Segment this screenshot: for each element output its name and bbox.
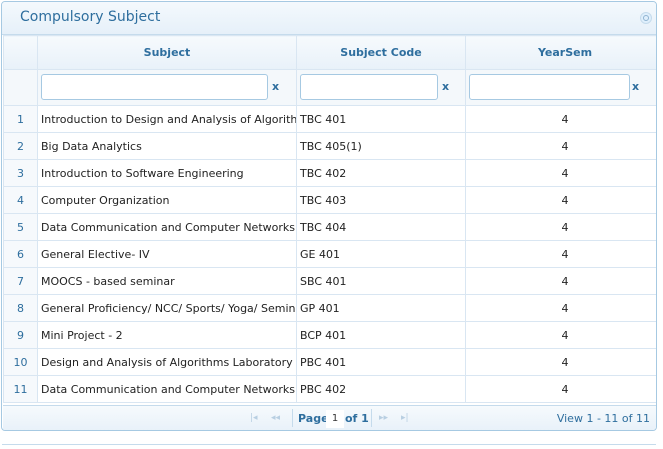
row-number: 5 [3,213,38,241]
subject-code-cell: BCP 401 [296,321,466,349]
subject-code-filter-input[interactable] [300,74,438,100]
row-number: 8 [3,294,38,322]
panel-title-bar: Compulsory Subject [2,2,656,35]
table-row[interactable]: 9 Mini Project - 2 BCP 401 4 [3,321,656,349]
row-number: 3 [3,159,38,187]
table-row[interactable]: 5 Data Communication and Computer Network… [3,213,656,241]
grid-pager: |◂ ◂◂ Page 1 of 1 ▸▸ ▸| View 1 - 11 of 1… [3,405,656,430]
subject-cell: General Elective- IV [37,240,297,268]
pager-divider [292,409,293,427]
table-row[interactable]: 2 Big Data Analytics TBC 405(1) 4 [3,132,656,160]
row-number: 9 [3,321,38,349]
last-page-icon[interactable]: ▸| [401,413,409,423]
subject-cell: Big Data Analytics [37,132,297,160]
table-row[interactable]: 8 General Proficiency/ NCC/ Sports/ Yoga/… [3,294,656,322]
subject-code-cell: PBC 402 [296,375,466,403]
yearsem-cell: 4 [465,159,656,187]
table-row[interactable]: 4 Computer Organization TBC 403 4 [3,186,656,214]
table-row[interactable]: 3 Introduction to Software Engineering TBC… [3,159,656,187]
page-label: Page [298,412,329,425]
yearsem-cell: 4 [465,294,656,322]
subject-cell: MOOCS - based seminar [37,267,297,295]
row-number: 4 [3,186,38,214]
pager-divider-right [371,409,372,427]
table-row[interactable]: 10 Design and Analysis of Algorithms Labo… [3,348,656,376]
subject-code-cell: TBC 403 [296,186,466,214]
row-number: 6 [3,240,38,268]
subject-cell: General Proficiency/ NCC/ Sports/ Yoga/ … [37,294,297,322]
column-header-subject[interactable]: Subject [37,35,297,70]
table-row[interactable]: 7 MOOCS - based seminar SBC 401 4 [3,267,656,295]
yearsem-cell: 4 [465,267,656,295]
subject-code-cell: GE 401 [296,240,466,268]
filter-yearsem-cell: x [465,69,656,106]
filter-rownum-cell [3,69,38,106]
view-records-text: View 1 - 11 of 11 [556,412,650,425]
compulsory-subject-panel: Compulsory Subject Subject Subject Code … [1,1,657,431]
page-number-input[interactable]: 1 [326,410,344,428]
subject-cell: Computer Organization [37,186,297,214]
prev-page-icon[interactable]: ◂◂ [271,413,280,423]
subject-cell: Introduction to Software Engineering [37,159,297,187]
yearsem-cell: 4 [465,348,656,376]
table-row[interactable]: 6 General Elective- IV GE 401 4 [3,240,656,268]
table-row[interactable]: 1 Introduction to Design and Analysis of … [3,105,656,133]
row-number-header [3,35,38,70]
first-page-icon[interactable]: |◂ [250,413,258,423]
subject-code-cell: TBC 404 [296,213,466,241]
yearsem-cell: 4 [465,375,656,403]
row-number: 1 [3,105,38,133]
subject-code-cell: GP 401 [296,294,466,322]
row-number: 2 [3,132,38,160]
row-number: 7 [3,267,38,295]
yearsem-filter-clear[interactable]: x [632,80,639,93]
subject-cell: Introduction to Design and Analysis of A… [37,105,297,133]
bottom-divider [2,444,656,445]
page-total: of 1 [345,412,369,425]
next-page-icon[interactable]: ▸▸ [379,413,388,423]
subject-code-cell: TBC 401 [296,105,466,133]
yearsem-cell: 4 [465,213,656,241]
column-header-subject-code[interactable]: Subject Code [296,35,466,70]
panel-title: Compulsory Subject [20,9,161,25]
collapse-icon[interactable] [640,12,652,24]
subject-cell: Design and Analysis of Algorithms Labora… [37,348,297,376]
row-number: 10 [3,348,38,376]
yearsem-cell: 4 [465,105,656,133]
yearsem-cell: 4 [465,132,656,160]
yearsem-cell: 4 [465,321,656,349]
subject-filter-input[interactable] [41,74,268,100]
row-number: 11 [3,375,38,403]
column-header-yearsem[interactable]: YearSem [465,35,656,70]
subject-filter-clear[interactable]: x [272,80,279,93]
subject-cell: Data Communication and Computer Networks [37,213,297,241]
subject-code-filter-clear[interactable]: x [442,80,449,93]
filter-subject-cell: x [37,69,297,106]
yearsem-cell: 4 [465,186,656,214]
subject-cell: Data Communication and Computer Networks… [37,375,297,403]
yearsem-filter-input[interactable] [469,74,630,100]
subject-code-cell: TBC 405(1) [296,132,466,160]
subject-code-cell: TBC 402 [296,159,466,187]
subject-code-cell: PBC 401 [296,348,466,376]
filter-code-cell: x [296,69,466,106]
subject-code-cell: SBC 401 [296,267,466,295]
subject-cell: Mini Project - 2 [37,321,297,349]
table-row[interactable]: 11 Data Communication and Computer Networ… [3,375,656,403]
subject-grid: Subject Subject Code YearSem x x x 1 Int… [3,35,656,403]
yearsem-cell: 4 [465,240,656,268]
